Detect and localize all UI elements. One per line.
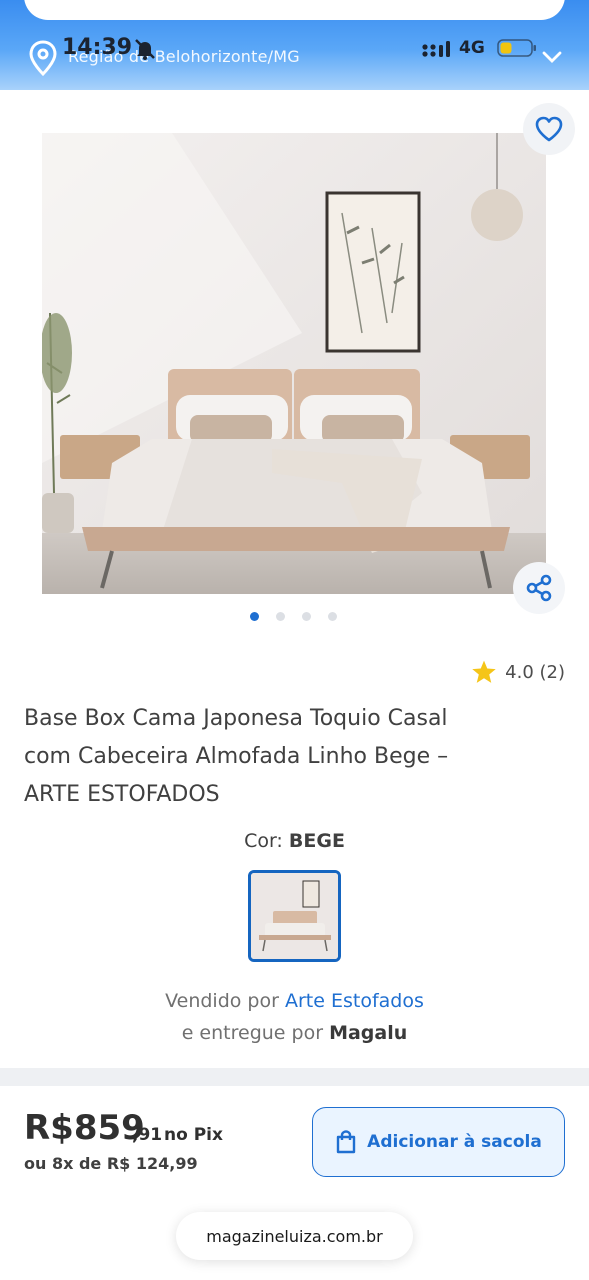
color-swatch[interactable] [248,870,341,962]
bed-photo [42,133,546,594]
product-title-line: Base Box Cama Japonesa Toquio Casal [24,706,448,731]
search-bar[interactable] [24,0,565,20]
product-title-line: ARTE ESTOFADOS [24,782,220,807]
app-header: Região de Belohorizonte/MG 14:39 4G [0,0,589,90]
product-rating[interactable]: 4.0 (2) [471,659,565,685]
star-icon [472,660,496,683]
rating-value: 4.0 (2) [505,661,565,683]
network-type: 4G [459,38,485,58]
price-cents: ,91 [132,1125,163,1145]
share-icon [526,574,552,602]
seller-link[interactable]: Arte Estofados [285,990,424,1012]
delivered-by-label: e entregue por [181,1022,324,1044]
gallery-pagination [250,612,350,622]
color-value: BEGE [288,830,345,852]
delivered-by-name: Magalu [329,1022,408,1044]
shopping-bag-icon [336,1130,356,1154]
swatch-thumbnail [251,873,338,959]
payment-method: no Pix [164,1125,223,1145]
product-title-line: com Cabeceira Almofada Linho Bege – [24,744,449,769]
price-value: R$859 [24,1108,145,1148]
product-image[interactable] [42,133,546,594]
heart-icon [535,116,563,142]
seller-info: Vendido por Arte Estofados e entregue po… [0,985,589,1049]
status-time: 14:39 [62,35,133,60]
gallery-dot[interactable] [250,612,259,621]
favorite-button[interactable] [523,103,575,155]
battery-icon [497,39,536,57]
signal-icon [422,41,450,57]
gallery-dot[interactable] [328,612,337,621]
add-to-bag-button[interactable]: Adicionar à sacola [312,1107,565,1177]
url-text: magazineluiza.com.br [206,1226,383,1246]
bell-off-icon [135,39,155,60]
browser-url-bar[interactable]: magazineluiza.com.br [176,1212,413,1260]
location-pin-icon [29,40,57,76]
installments-text: ou 8x de R$ 124,99 [24,1154,198,1173]
gallery-dot[interactable] [302,612,311,621]
chevron-down-icon [542,51,562,63]
add-to-bag-label: Adicionar à sacola [367,1132,542,1152]
sold-by-label: Vendido por [165,990,279,1012]
section-divider [0,1068,589,1086]
share-button[interactable] [513,562,565,614]
color-label-row: Cor: BEGE [0,830,589,852]
gallery-dot[interactable] [276,612,285,621]
product-title: Base Box Cama Japonesa Toquio Casal com … [24,700,564,814]
color-label: Cor: [244,830,283,852]
